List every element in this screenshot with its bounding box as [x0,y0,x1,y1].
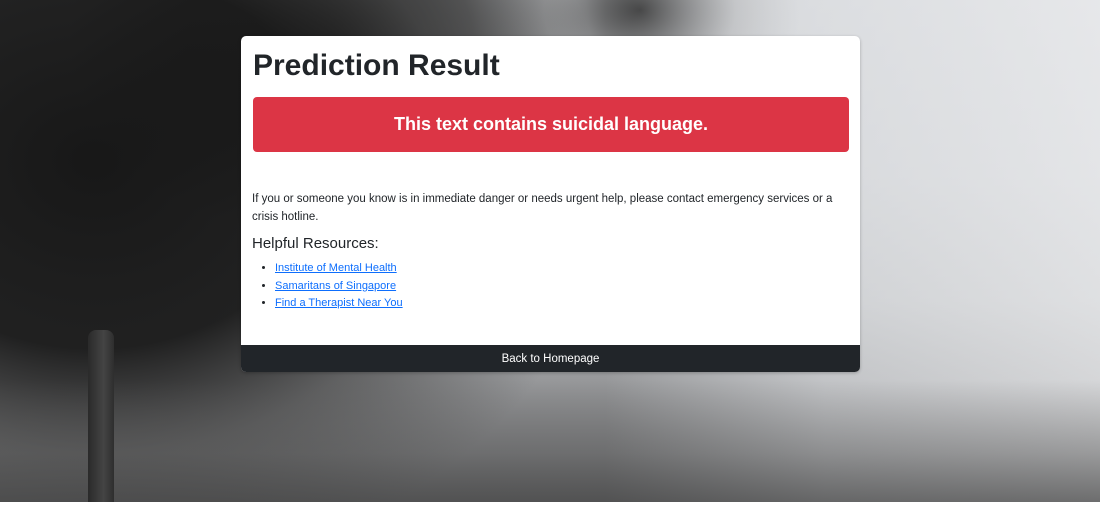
alert-text: This text contains suicidal language. [393,114,709,134]
resources-list: Institute of Mental Health Samaritans of… [252,260,403,313]
background-ground [0,380,1100,502]
back-to-homepage-button[interactable]: Back to Homepage [241,345,860,372]
result-card: Prediction Result This text contains sui… [241,36,860,372]
tree-trunk [88,330,114,502]
resource-link-imh[interactable]: Institute of Mental Health [275,262,397,274]
page: Prediction Result This text contains sui… [0,0,1100,507]
resource-link-sos[interactable]: Samaritans of Singapore [275,280,396,292]
resource-link-therapist[interactable]: Find a Therapist Near You [275,297,403,309]
list-item: Samaritans of Singapore [275,278,403,296]
list-item: Institute of Mental Health [275,260,403,278]
page-title: Prediction Result [253,49,500,82]
prediction-alert: This text contains suicidal language. [253,97,849,152]
help-message: If you or someone you know is in immedia… [252,193,833,223]
resources-heading: Helpful Resources: [252,235,379,252]
list-item: Find a Therapist Near You [275,295,403,313]
